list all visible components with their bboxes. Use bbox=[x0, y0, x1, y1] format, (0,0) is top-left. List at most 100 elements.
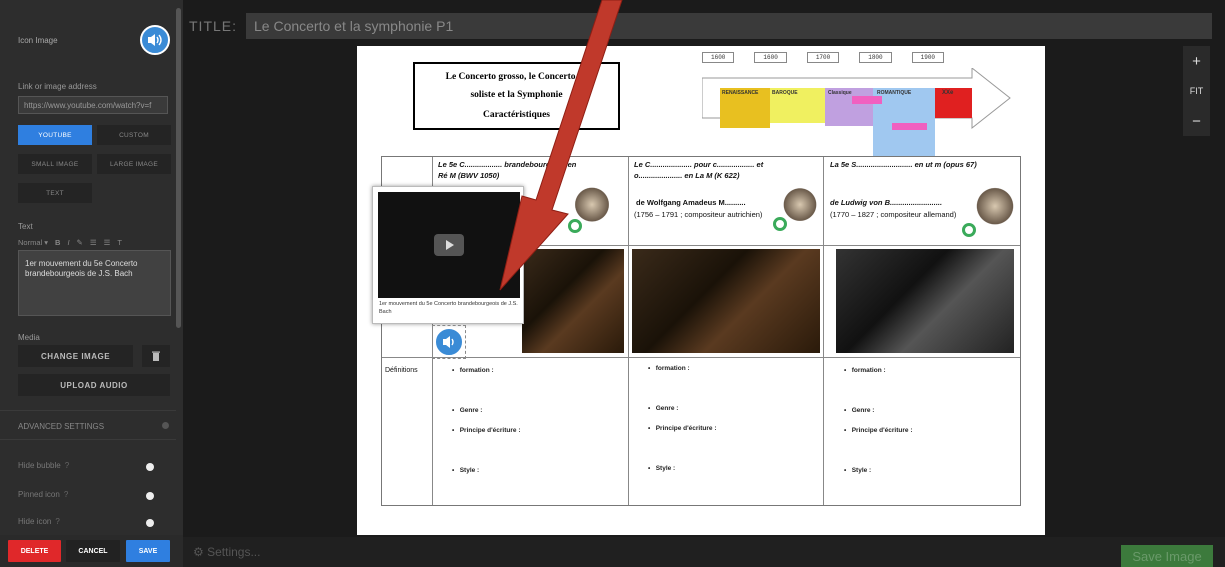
beethoven-portrait bbox=[974, 187, 1016, 235]
bullet-text: Style : bbox=[655, 465, 676, 472]
composer-name: de Wolfgang Amadeus M.......... bbox=[636, 198, 746, 207]
work-title: Le 5e C.................. brandebourgeoi… bbox=[438, 160, 577, 169]
bullet-item: • Genre : bbox=[648, 405, 679, 412]
table-divider bbox=[628, 157, 629, 505]
large-image-button[interactable]: LARGE IMAGE bbox=[97, 154, 171, 174]
expand-icon[interactable] bbox=[162, 422, 169, 429]
advanced-settings-row[interactable]: ADVANCED SETTINGS bbox=[0, 410, 176, 440]
work-title: Ré M (BWV 1050) bbox=[438, 171, 500, 180]
url-input[interactable]: https://www.youtube.com/watch?v=f bbox=[18, 96, 168, 114]
hotspot-icon[interactable] bbox=[773, 217, 787, 231]
left-panel: Icon Image Link or image address https:/… bbox=[0, 0, 183, 567]
editor-app: Icon Image Link or image address https:/… bbox=[0, 0, 1225, 567]
bullet-text: Principe d'écriture : bbox=[655, 425, 717, 432]
youtube-video[interactable] bbox=[378, 192, 520, 298]
work-title: Le C.................... pour c.........… bbox=[634, 160, 764, 169]
doc-title-line: Le Concerto grosso, le Concerto de bbox=[445, 72, 588, 82]
ordered-list-icon[interactable]: ☰ bbox=[90, 238, 97, 247]
link-icon[interactable]: ✎ bbox=[77, 238, 83, 247]
hotspot-icon[interactable] bbox=[568, 219, 582, 233]
bullet-text: Principe d'écriture : bbox=[851, 427, 913, 434]
period-label: BAROQUE bbox=[772, 90, 798, 96]
work-detail: teur bbox=[530, 218, 543, 227]
bullet-text: formation : bbox=[851, 367, 886, 374]
period-label: ROMANTIQUE bbox=[877, 90, 912, 96]
title-input[interactable]: Le Concerto et la symphonie P1 bbox=[246, 13, 1212, 39]
zoom-out-button[interactable]: − bbox=[1183, 106, 1210, 136]
bullet-text: Principe d'écriture : bbox=[459, 427, 521, 434]
play-icon[interactable] bbox=[434, 234, 464, 256]
small-image-button[interactable]: SMALL IMAGE bbox=[18, 154, 92, 174]
work-title: La 5e S........................... en ut… bbox=[830, 160, 977, 169]
panel-footer: DELETE CANCEL SAVE bbox=[0, 535, 183, 567]
zoom-in-button[interactable]: + bbox=[1183, 46, 1210, 76]
orchestra-photo bbox=[836, 249, 1014, 353]
table-divider bbox=[823, 157, 824, 505]
format-select[interactable]: Normal ▾ bbox=[18, 238, 48, 247]
pinned-icon-toggle[interactable] bbox=[146, 492, 154, 500]
year-label: 1900 bbox=[911, 52, 945, 63]
bold-icon[interactable]: B bbox=[55, 238, 60, 247]
clear-format-icon[interactable]: T bbox=[117, 238, 122, 247]
hide-bubble-toggle[interactable] bbox=[146, 463, 154, 471]
save-button[interactable]: SAVE bbox=[126, 540, 170, 562]
bullet-text: Style : bbox=[459, 467, 480, 474]
settings-link[interactable]: ⚙ Settings... bbox=[193, 545, 260, 559]
custom-button[interactable]: CUSTOM bbox=[97, 125, 171, 145]
timeline-arrow bbox=[702, 68, 1011, 156]
selection-handles[interactable] bbox=[432, 325, 466, 359]
change-image-button[interactable]: CHANGE IMAGE bbox=[18, 345, 133, 367]
cancel-button[interactable]: CANCEL bbox=[66, 540, 120, 562]
panel-scrollbar[interactable] bbox=[176, 8, 181, 328]
link-label: Link or image address bbox=[18, 82, 97, 91]
year-label: 1600 bbox=[754, 52, 787, 63]
bullet-list-icon[interactable]: ☰ bbox=[104, 238, 111, 247]
orchestra-photo bbox=[522, 249, 624, 353]
upload-audio-button[interactable]: UPLOAD AUDIO bbox=[18, 374, 170, 396]
bullet-text: formation : bbox=[655, 365, 690, 372]
bullet-item: • Genre : bbox=[452, 407, 483, 414]
period-label: RENAISSANCE bbox=[722, 90, 759, 96]
speaker-icon-button[interactable] bbox=[140, 25, 170, 55]
speaker-icon bbox=[148, 34, 162, 46]
italic-icon[interactable]: I bbox=[67, 238, 69, 247]
hide-icon-toggle-row[interactable]: Hide icon? bbox=[18, 517, 168, 527]
bullet-item: • Style : bbox=[648, 465, 676, 472]
row-label: Définitions bbox=[385, 367, 418, 374]
save-image-button[interactable]: Save Image bbox=[1121, 545, 1213, 567]
period-label: Classique bbox=[828, 90, 852, 96]
bullet-text: Genre : bbox=[655, 405, 679, 412]
hide-bubble-toggle-row[interactable]: Hide bubble? bbox=[18, 461, 168, 475]
text-editor[interactable]: 1er mouvement du 5e Concerto brandebourg… bbox=[18, 250, 171, 316]
mozart-portrait bbox=[782, 187, 818, 231]
year-label: 1700 bbox=[806, 52, 840, 63]
pinned-icon-label: Pinned icon bbox=[18, 490, 60, 499]
icon-image-label: Icon Image bbox=[18, 36, 58, 45]
hide-icon-toggle[interactable] bbox=[146, 519, 154, 527]
text-button[interactable]: TEXT bbox=[18, 183, 92, 203]
bullet-text: formation : bbox=[459, 367, 494, 374]
media-label: Media bbox=[18, 333, 40, 342]
pinned-icon-toggle-row[interactable]: Pinned icon? bbox=[18, 490, 168, 504]
composer-dates: (1756 – 1791 ; compositeur autrichien) bbox=[634, 210, 763, 219]
youtube-button[interactable]: YOUTUBE bbox=[18, 125, 92, 145]
bullet-text: Genre : bbox=[459, 407, 483, 414]
fit-button[interactable]: FIT bbox=[1183, 76, 1210, 106]
help-icon[interactable]: ? bbox=[64, 490, 68, 499]
period-label: XXe bbox=[942, 90, 954, 96]
bullet-item: • Style : bbox=[452, 467, 480, 474]
bullet-item: • Genre : bbox=[844, 407, 875, 414]
text-label: Text bbox=[18, 222, 33, 231]
delete-button[interactable]: DELETE bbox=[8, 540, 61, 562]
bottom-bar: ⚙ Settings... Save Image bbox=[183, 537, 1225, 567]
video-popup[interactable]: 1er mouvement du 5e Concerto brandebourg… bbox=[372, 186, 524, 324]
text-toolbar: Normal ▾ B I ✎ ☰ ☰ T bbox=[18, 235, 170, 249]
gear-icon: ⚙ bbox=[193, 545, 204, 559]
hotspot-icon[interactable] bbox=[962, 223, 976, 237]
help-icon[interactable]: ? bbox=[55, 517, 59, 526]
bullet-item: • Principe d'écriture : bbox=[452, 427, 521, 434]
title-label: TITLE: bbox=[189, 18, 238, 34]
trash-icon[interactable] bbox=[142, 345, 170, 367]
title-bar: TITLE: Le Concerto et la symphonie P1 bbox=[183, 11, 1215, 43]
help-icon[interactable]: ? bbox=[65, 461, 69, 470]
